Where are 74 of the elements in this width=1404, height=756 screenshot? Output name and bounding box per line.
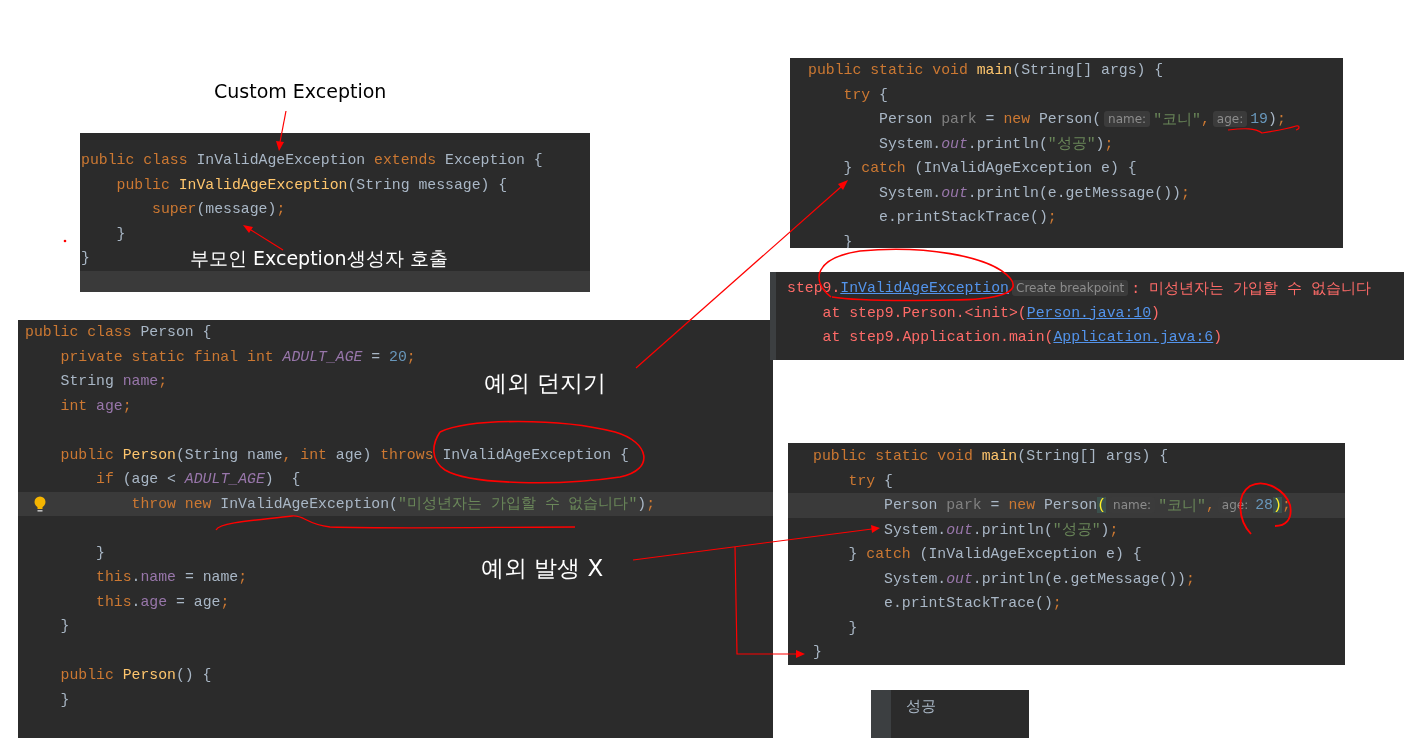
code-text: = [984, 111, 996, 128]
link[interactable]: InValidAgeException [840, 280, 1009, 297]
annotation-text: 예외 던지기 [484, 370, 607, 398]
code-text: = [989, 497, 1001, 514]
code-line: System.out.println("성공"); [884, 520, 1119, 540]
code-line: public InValidAgeException(String message) { [116, 176, 508, 193]
code-text: , [1200, 111, 1210, 128]
code-line: this.age = age; [96, 593, 230, 610]
code-line: } [60, 691, 70, 708]
code-text: ; [1276, 111, 1286, 128]
link[interactable]: Application.java:6 [1053, 329, 1214, 346]
code-line: e.printStackTrace(); [879, 209, 1057, 226]
code-line: } catch (InValidAgeException e) { [843, 160, 1137, 177]
code-line: } [81, 250, 90, 267]
code-line: } [96, 544, 105, 561]
code-line: } catch (InValidAgeException e) { [848, 546, 1142, 563]
code-text: ( [1097, 497, 1107, 514]
code-text: new [1003, 111, 1031, 128]
code-line: int age; [60, 397, 132, 414]
code-line: public Person() { [60, 667, 212, 684]
code-line: } [60, 618, 70, 635]
annotation-text: Custom Exception [214, 80, 387, 103]
code-line: this.name = name; [96, 569, 248, 586]
code-line: e.printStackTrace(); [884, 595, 1062, 612]
code-text: Person [883, 497, 939, 514]
code-text: "코니" [1158, 496, 1206, 515]
code-text: at step9.Person.<init>( [821, 304, 1027, 321]
code-line: private static final int ADULT_AGE = 20; [60, 348, 416, 365]
code-text: park [946, 497, 982, 514]
code-text: Person [878, 111, 934, 128]
code-text: Person( [1038, 111, 1102, 128]
code-text: 28 [1255, 497, 1273, 514]
code-line: public Person(String name, int age) throws InValidAgeException { [60, 446, 629, 463]
code-line: public static void main(String[] args) { [813, 448, 1169, 465]
code-line: public class InValidAgeException extends Exception { [81, 152, 543, 169]
code-line: System.out.println(e.getMessage()); [884, 570, 1195, 587]
inlay-hint: Create breakpoint [1012, 280, 1129, 297]
code-text: 19 [1250, 111, 1268, 128]
code-line: } [843, 233, 853, 248]
code-line: System.out.println(e.getMessage()); [879, 184, 1190, 201]
code-line: System.out.println("성공"); [879, 134, 1114, 154]
annotation-dot [63, 239, 67, 243]
code-text: : 미성년자는 가입할 수 없습니다 [1131, 279, 1371, 298]
code-line: super(message); [152, 201, 286, 218]
code-text: ) [1151, 304, 1160, 321]
code-text: ) [1273, 497, 1282, 514]
code-text: Person [1043, 497, 1098, 514]
code-text: ; [1281, 497, 1291, 514]
code-line: } [116, 225, 126, 242]
code-text: park [941, 111, 977, 128]
code-line: public class Person { [25, 324, 212, 341]
code-text: ) [1268, 111, 1277, 128]
inlay-hint: name: [1104, 111, 1151, 128]
code-line: try { [848, 472, 893, 489]
code-text: "코니" [1153, 110, 1201, 129]
code-text: at step9.Application.main( [821, 329, 1054, 346]
annotation-text: 예외 발생 X [481, 555, 604, 583]
inlay-hint: age: [1212, 111, 1248, 128]
code-line: throw new InValidAgeException("미성년자는 가입할 수 없습니다"); [131, 494, 656, 514]
output-line: 성공 [906, 697, 936, 716]
code-text: ) [1213, 329, 1223, 346]
code-line: public static void main(String[] args) { [808, 62, 1164, 79]
code-line: if (age < ADULT_AGE) { [96, 471, 301, 488]
annotation-arrow [243, 225, 284, 251]
link[interactable]: Person.java:10 [1026, 304, 1152, 321]
annotation-arrow [276, 110, 287, 151]
code-line: String name; [60, 373, 168, 390]
code-line: try { [843, 86, 888, 103]
code-line: } [848, 619, 858, 636]
code-text: , [1205, 497, 1215, 514]
code-text: new [1008, 497, 1036, 514]
annotation-text: 부모인 Exception생성자 호출 [190, 247, 448, 270]
code-line: } [813, 644, 822, 661]
lightbulb-icon[interactable] [33, 495, 47, 513]
